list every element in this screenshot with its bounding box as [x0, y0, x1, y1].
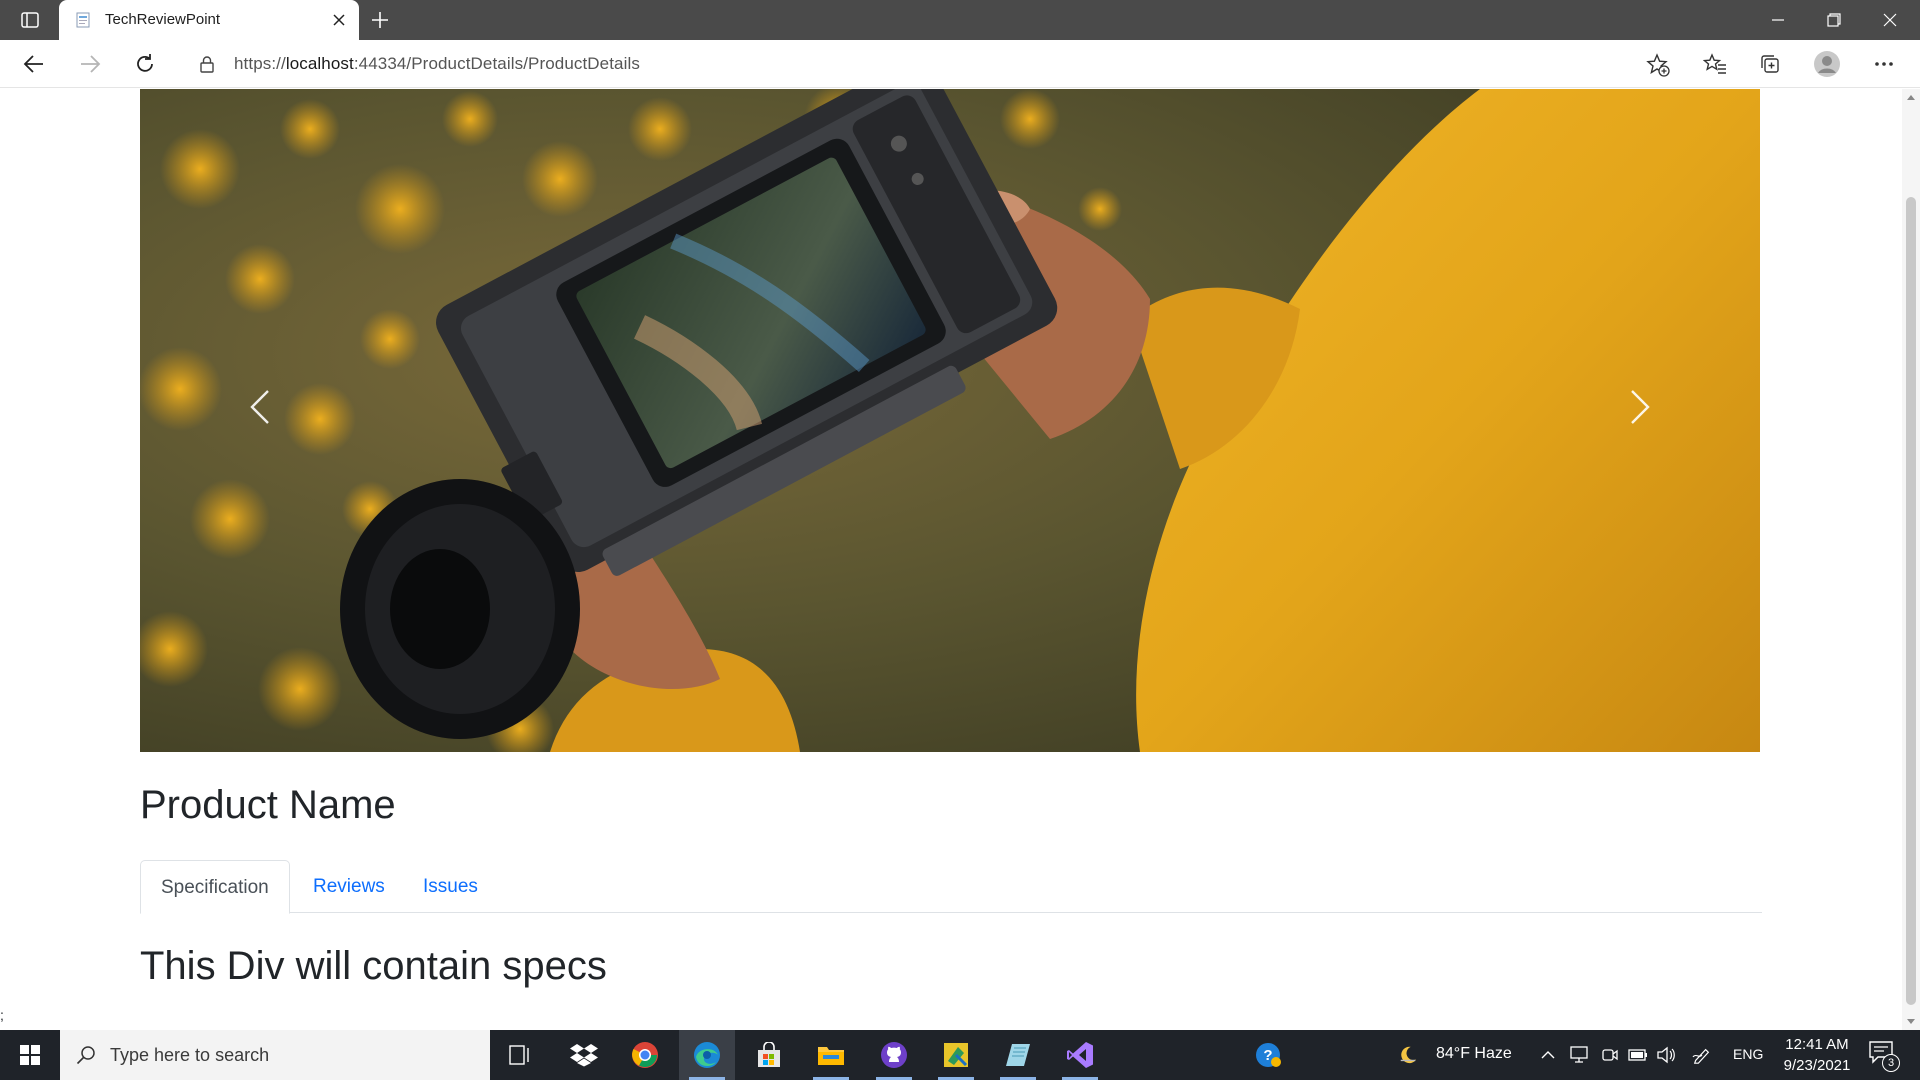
search-icon	[76, 1045, 96, 1065]
lock-icon[interactable]	[198, 55, 216, 73]
tab-title: TechReviewPoint	[105, 11, 221, 28]
scroll-up-icon[interactable]	[1907, 95, 1915, 100]
weather-text[interactable]: 84°F Haze	[1436, 1045, 1512, 1063]
tab-reviews[interactable]: Reviews	[293, 860, 405, 913]
notification-icon[interactable]: 3	[1868, 1040, 1900, 1072]
scrollbar-thumb[interactable]	[1906, 197, 1916, 1005]
product-image-carousel[interactable]	[140, 89, 1760, 752]
browser-tab[interactable]: TechReviewPoint	[59, 0, 359, 40]
address-bar[interactable]: https://localhost:44334/ProductDetails/P…	[180, 44, 1682, 84]
favorites-icon[interactable]	[1697, 48, 1733, 80]
carousel-next-button[interactable]	[1610, 379, 1670, 439]
language-indicator[interactable]: ENG	[1733, 1046, 1763, 1062]
browser-toolbar: https://localhost:44334/ProductDetails/P…	[0, 40, 1920, 88]
chevron-left-icon	[248, 387, 272, 432]
profile-icon[interactable]	[1809, 48, 1845, 80]
notes-app-icon[interactable]	[990, 1030, 1046, 1080]
edge-icon[interactable]	[679, 1030, 735, 1080]
notification-count: 3	[1882, 1054, 1900, 1072]
windows-taskbar: Type here to search ? 84°F Haze ENG 12:4…	[0, 1030, 1920, 1080]
spec-heading: This Div will contain specs	[140, 944, 607, 988]
taskbar-clock[interactable]: 12:41 AM 9/23/2021	[1772, 1034, 1862, 1076]
forward-arrow-icon[interactable]	[72, 48, 108, 80]
weather-moon-icon[interactable]	[1398, 1045, 1418, 1065]
page-favicon	[75, 12, 91, 28]
tab-issues[interactable]: Issues	[403, 860, 498, 913]
windows-start-icon[interactable]	[0, 1030, 60, 1080]
page-viewport: Product Name Specification Reviews Issue…	[0, 89, 1920, 1030]
plus-icon[interactable]	[368, 8, 392, 32]
github-icon[interactable]	[866, 1030, 922, 1080]
page-scrollbar[interactable]	[1902, 89, 1920, 1030]
collections-icon[interactable]	[1752, 48, 1788, 80]
search-placeholder: Type here to search	[110, 1045, 270, 1065]
chrome-icon[interactable]	[617, 1030, 673, 1080]
back-arrow-icon[interactable]	[16, 48, 52, 80]
close-icon[interactable]	[329, 10, 349, 30]
restore-icon[interactable]	[1806, 0, 1862, 40]
store-icon[interactable]	[741, 1030, 797, 1080]
refresh-icon[interactable]	[127, 48, 163, 80]
product-photo	[140, 89, 1760, 752]
meet-now-icon[interactable]	[1600, 1045, 1620, 1065]
pen-icon[interactable]	[1692, 1045, 1712, 1065]
minimize-icon[interactable]	[1750, 0, 1806, 40]
volume-icon[interactable]	[1656, 1045, 1676, 1065]
clock-time: 12:41 AM	[1785, 1036, 1849, 1053]
more-icon[interactable]	[1866, 48, 1902, 80]
product-title: Product Name	[140, 783, 396, 827]
sketch-app-icon[interactable]	[928, 1030, 984, 1080]
stray-text: ;	[0, 1007, 4, 1023]
dropbox-icon[interactable]	[556, 1030, 612, 1080]
battery-icon[interactable]	[1628, 1045, 1648, 1065]
carousel-prev-button[interactable]	[230, 379, 290, 439]
tab-specification[interactable]: Specification	[140, 860, 290, 914]
chevron-right-icon	[1628, 387, 1652, 432]
task-view-icon[interactable]	[492, 1030, 548, 1080]
scroll-down-icon[interactable]	[1907, 1019, 1915, 1024]
clock-date: 9/23/2021	[1783, 1057, 1851, 1074]
file-explorer-icon[interactable]	[803, 1030, 859, 1080]
url-text[interactable]: https://localhost:44334/ProductDetails/P…	[234, 44, 640, 84]
taskbar-search-box[interactable]: Type here to search	[60, 1030, 490, 1080]
browser-tab-bar: TechReviewPoint	[0, 0, 1920, 40]
chevron-up-icon[interactable]	[1538, 1045, 1558, 1065]
tab-actions-icon[interactable]	[8, 6, 52, 34]
product-tabs: Specification Reviews Issues	[140, 860, 1762, 914]
network-icon[interactable]	[1570, 1045, 1590, 1065]
close-window-icon[interactable]	[1862, 0, 1918, 40]
add-favorite-icon[interactable]	[1646, 53, 1670, 77]
help-app-icon[interactable]: ?	[1240, 1030, 1296, 1080]
visual-studio-icon[interactable]	[1052, 1030, 1108, 1080]
